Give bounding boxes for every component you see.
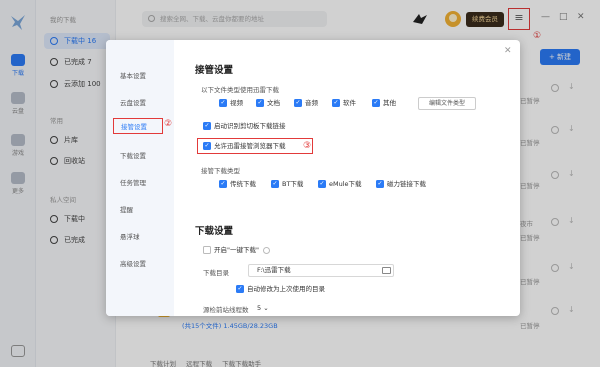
file-types-label: 以下文件类型使用迅雷下载 xyxy=(201,86,279,94)
checkbox-label: 开启"一键下载" xyxy=(214,246,259,254)
settings-nav: 基本设置 云盘设置 接管设置 下载设置 任务管理 提醒 悬浮球 高级设置 xyxy=(106,40,174,316)
checkbox-label: 自动修改为上次使用的目录 xyxy=(247,285,325,293)
max-tasks-select[interactable]: 5 ⌄ xyxy=(254,302,286,314)
checkmark-icon: ✓ xyxy=(376,180,384,188)
marker-3: ③ xyxy=(303,141,312,151)
checkbox-label: 文档 xyxy=(267,99,280,107)
checkbox-bt[interactable]: ✓ BT下载 xyxy=(271,179,303,189)
checkbox-video[interactable]: ✓ 视频 xyxy=(219,98,243,108)
checkbox-software[interactable]: ✓ 软件 xyxy=(332,98,356,108)
max-tasks-value: 5 xyxy=(257,304,262,312)
checkbox-browser-takeover[interactable]: ✓ 允许迅雷接管浏览器下载 xyxy=(203,141,286,151)
checkbox-label: 其他 xyxy=(383,99,396,107)
checkmark-icon: ✓ xyxy=(372,99,380,107)
checkbox-emule[interactable]: ✓ eMule下载 xyxy=(318,179,362,189)
checkbox-magnet[interactable]: ✓ 磁力链接下载 xyxy=(376,179,426,189)
checkmark-icon: ✓ xyxy=(236,285,244,293)
checkmark-icon: ✓ xyxy=(294,99,302,107)
marker-2: ② xyxy=(164,119,173,129)
checkmark-icon: ✓ xyxy=(256,99,264,107)
settings-nav-takeover[interactable]: 接管设置 xyxy=(113,118,163,134)
checkbox-label: 音频 xyxy=(305,99,318,107)
folder-icon[interactable] xyxy=(382,267,391,274)
settings-nav-reminder[interactable]: 提醒 xyxy=(120,204,133,214)
checkbox-other[interactable]: ✓ 其他 xyxy=(372,98,396,108)
settings-nav-float-ball[interactable]: 悬浮球 xyxy=(120,231,140,241)
checkbox-label: 启动识别剪切板下载链接 xyxy=(214,122,286,130)
app-window: 下载 云盘 游戏 更多 我的下载 下载中 16 已完成 7 云添加 100 常用… xyxy=(0,0,600,368)
settings-nav-tasks[interactable]: 任务管理 xyxy=(120,177,146,187)
settings-dialog: 基本设置 云盘设置 接管设置 下载设置 任务管理 提醒 悬浮球 高级设置 ② ✕… xyxy=(106,40,520,316)
checkbox-one-click[interactable]: 开启"一键下载" xyxy=(203,245,270,255)
checkbox-clipboard[interactable]: ✓ 启动识别剪切板下载链接 xyxy=(203,121,286,131)
settings-nav-download[interactable]: 下载设置 xyxy=(120,150,146,160)
checkbox-label: 软件 xyxy=(343,99,356,107)
settings-nav-basic[interactable]: 基本设置 xyxy=(120,70,146,80)
checkbox-auto-dir[interactable]: ✓ 自动修改为上次使用的目录 xyxy=(236,284,325,294)
checkbox-label: eMule下载 xyxy=(329,180,362,188)
checkmark-icon: ✓ xyxy=(219,99,227,107)
edit-file-types-button[interactable]: 编辑文件类型 xyxy=(418,97,476,110)
download-section-title: 下载设置 xyxy=(195,226,234,237)
checkmark-icon: ✓ xyxy=(318,180,326,188)
checkmark-icon: ✓ xyxy=(219,180,227,188)
max-tasks-label: 源检前站线程数 xyxy=(203,306,249,314)
checkbox-label: 视频 xyxy=(230,99,243,107)
checkmark-icon: ✓ xyxy=(203,142,211,150)
takeover-types-label: 接管下载类型 xyxy=(201,167,240,175)
checkbox-label: 磁力链接下载 xyxy=(387,180,426,188)
help-icon[interactable] xyxy=(262,246,270,254)
checkbox-traditional[interactable]: ✓ 传统下载 xyxy=(219,179,256,189)
chevron-down-icon: ⌄ xyxy=(263,304,269,312)
download-dir-label: 下载目录 xyxy=(203,269,229,277)
settings-nav-cloud[interactable]: 云盘设置 xyxy=(120,97,146,107)
checkbox-audio[interactable]: ✓ 音频 xyxy=(294,98,318,108)
checkmark-icon: ✓ xyxy=(271,180,279,188)
checkbox-label: 允许迅雷接管浏览器下载 xyxy=(214,142,286,150)
checkmark-icon: ✓ xyxy=(203,122,211,130)
dialog-close-icon[interactable]: ✕ xyxy=(504,46,512,56)
checkbox-document[interactable]: ✓ 文档 xyxy=(256,98,280,108)
settings-nav-advanced[interactable]: 高级设置 xyxy=(120,258,146,268)
download-dir-input[interactable]: F:\迅雷下载 xyxy=(248,264,394,277)
takeover-section-title: 接管设置 xyxy=(195,65,234,76)
unchecked-box-icon xyxy=(203,246,211,254)
checkbox-label: BT下载 xyxy=(282,180,304,188)
checkmark-icon: ✓ xyxy=(332,99,340,107)
checkbox-label: 传统下载 xyxy=(230,180,256,188)
